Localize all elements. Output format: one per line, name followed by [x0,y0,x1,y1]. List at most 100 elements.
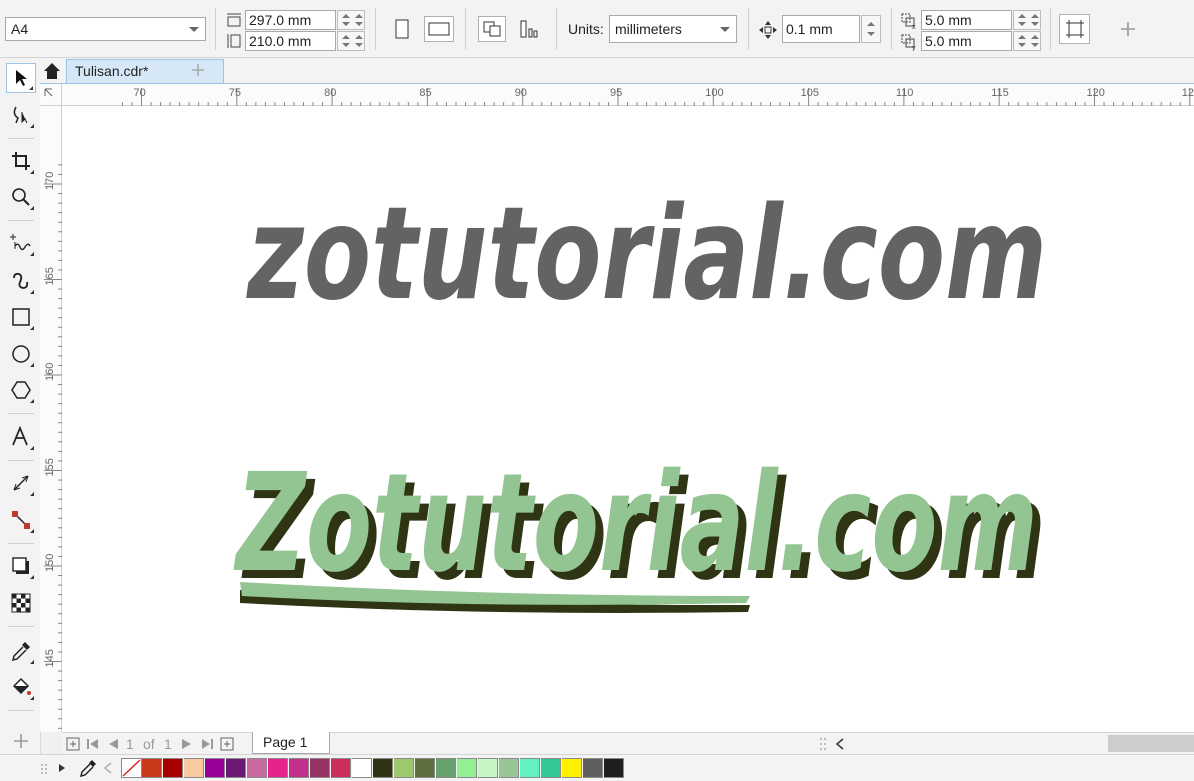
shape-edit-icon [13,106,28,124]
color-swatch[interactable] [436,758,456,778]
color-swatch[interactable] [289,758,309,778]
color-swatch[interactable] [541,758,561,778]
last-page-icon[interactable] [200,737,214,751]
ruler-label: 115 [991,87,1009,99]
palette-menu-icon[interactable] [58,763,66,773]
polygon-tool[interactable] [6,375,36,405]
paint-bucket-icon [12,677,31,695]
page-height-icon [227,34,241,48]
color-swatch[interactable] [562,758,582,778]
previous-page-icon[interactable] [106,737,120,751]
artwork-plain-text[interactable]: zotutorial.com [245,180,1047,329]
current-page-icon [520,20,538,38]
color-swatch[interactable] [142,758,162,778]
welcome-home-button[interactable] [42,61,62,81]
page-width-field[interactable]: 297.0 mm [245,10,336,30]
color-swatch[interactable] [457,758,477,778]
connector-tool[interactable] [6,505,36,535]
ruler-label: 150 [44,554,56,572]
document-tab-bar: Tulisan.cdr* [40,58,1194,84]
all-pages-button[interactable] [478,16,506,42]
duplicate-x-field[interactable]: 5.0 mm [921,10,1012,30]
horizontal-ruler[interactable]: 70 75 80 85 90 95 100 105 110 115 120 12 [62,84,1194,106]
color-swatch[interactable] [184,758,204,778]
current-page-button[interactable] [515,16,543,42]
eyedropper-icon [11,642,30,662]
color-swatch[interactable] [226,758,246,778]
add-page-before-icon[interactable] [66,737,80,751]
units-value: millimeters [615,21,682,37]
scroll-left-icon[interactable] [103,762,113,774]
page-height-spinner[interactable] [337,31,365,51]
color-swatch[interactable] [520,758,540,778]
ruler-label: 170 [44,172,56,190]
new-tab-button[interactable] [190,62,208,80]
page-tab-1[interactable]: Page 1 [252,732,330,754]
page-width-spinner[interactable] [337,10,365,30]
home-icon [44,63,60,79]
ellipse-tool[interactable] [6,339,36,369]
freehand-tool[interactable] [6,228,36,258]
color-swatch[interactable] [394,758,414,778]
add-tool-button[interactable] [6,726,36,756]
units-combo[interactable]: millimeters [609,15,737,43]
color-palette [0,754,1194,781]
color-swatch[interactable] [583,758,603,778]
interactive-fill-tool[interactable] [6,672,36,702]
landscape-icon [428,22,450,36]
color-swatch[interactable] [247,758,267,778]
text-tool[interactable] [6,422,36,452]
rectangle-tool[interactable] [6,302,36,332]
ruler-origin[interactable] [40,84,62,106]
crop-tool[interactable] [6,146,36,176]
ruler-label: 120 [1087,87,1105,99]
artwork-styled-text: Zotutorial.com [233,445,1038,603]
edit-bleed-button[interactable] [1059,14,1090,44]
vertical-ruler[interactable]: 170 165 160 155 150 145 [40,106,62,732]
ruler-label: 80 [324,87,336,99]
zoom-tool[interactable] [6,182,36,212]
color-swatch[interactable] [268,758,288,778]
color-swatch[interactable] [478,758,498,778]
scroll-left-icon[interactable] [834,738,846,750]
artwork-styled-group[interactable]: Zotutorial.com Zotutorial.com [233,445,1046,613]
nudge-field[interactable]: 0.1 mm [782,15,860,43]
color-swatch[interactable] [604,758,624,778]
brush-curve-icon [13,272,29,289]
duplicate-y-spinner[interactable] [1013,31,1041,51]
artistic-media-tool[interactable] [6,266,36,296]
color-swatch[interactable] [499,758,519,778]
page-position: 1 [126,736,134,752]
add-button[interactable] [1117,18,1139,40]
grip-icon [41,764,47,774]
duplicate-y-field[interactable]: 5.0 mm [921,31,1012,51]
horizontal-scrollbar-thumb[interactable] [1108,735,1194,752]
duplicate-x-spinner[interactable] [1013,10,1041,30]
color-swatch[interactable] [310,758,330,778]
next-page-icon[interactable] [180,737,194,751]
color-swatch[interactable] [163,758,183,778]
pick-tool[interactable] [6,63,36,93]
drawing-canvas[interactable]: zotutorial.com Zotutorial.com Zotutorial… [62,106,1194,732]
landscape-button[interactable] [424,16,454,42]
page-height-field[interactable]: 210.0 mm [245,31,336,51]
color-swatch[interactable] [331,758,351,778]
color-swatch[interactable] [205,758,225,778]
drop-shadow-icon [12,557,29,574]
shape-tool[interactable] [6,100,36,130]
color-swatch[interactable] [352,758,372,778]
drop-shadow-tool[interactable] [6,551,36,581]
transparency-tool[interactable] [6,588,36,618]
nudge-spinner[interactable] [861,15,881,43]
first-page-icon[interactable] [86,737,100,751]
portrait-button[interactable] [390,16,414,42]
add-page-after-icon[interactable] [220,737,234,751]
no-color-swatch[interactable] [121,758,142,778]
color-swatch[interactable] [415,758,435,778]
page-size-combo[interactable]: A4 [5,17,206,41]
eyedropper-icon[interactable] [78,758,98,778]
eyedropper-tool[interactable] [6,636,36,666]
color-swatch[interactable] [373,758,393,778]
crop-icon [12,152,30,170]
dimension-tool[interactable] [6,468,36,498]
